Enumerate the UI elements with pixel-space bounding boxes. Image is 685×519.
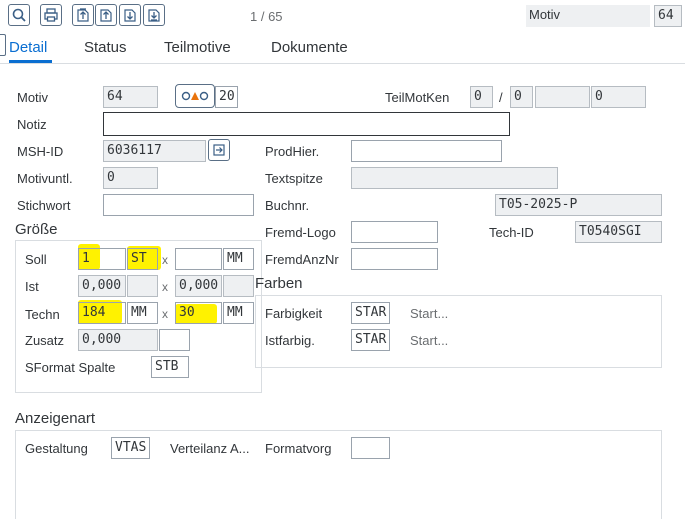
- soll-label: Soll: [25, 252, 47, 267]
- stichwort-label: Stichwort: [17, 198, 71, 213]
- zoom-button[interactable]: [8, 4, 30, 26]
- buchnr-label: Buchnr.: [265, 198, 310, 213]
- previous-page-button[interactable]: [95, 4, 117, 26]
- notiz-label: Notiz: [17, 117, 47, 132]
- print-icon: [44, 8, 58, 22]
- techn-height-unit-field[interactable]: MM: [223, 302, 254, 324]
- techid-label: Tech-ID: [489, 225, 534, 240]
- previous-page-icon: [100, 9, 112, 22]
- side-handle[interactable]: [0, 34, 6, 56]
- ist-label: Ist: [25, 279, 39, 294]
- fremdlogo-label: Fremd-Logo: [265, 225, 336, 240]
- motivuntl-label: Motivuntl.: [17, 171, 73, 186]
- anzeigenart-title: Anzeigenart: [15, 410, 96, 427]
- prodhier-label: ProdHier.: [265, 144, 320, 159]
- teilmotken-separator: /: [499, 90, 503, 105]
- sformat-field[interactable]: STB: [151, 356, 189, 378]
- motiv-field[interactable]: 64: [103, 86, 158, 108]
- ist-height-unit-field[interactable]: [223, 275, 254, 297]
- tab-detail[interactable]: Detail: [9, 38, 47, 58]
- mshid-field[interactable]: 6036117: [103, 140, 206, 162]
- techid-field[interactable]: T0540SGI: [575, 221, 662, 243]
- navigate-icon: [213, 144, 225, 156]
- soll-height-field[interactable]: [175, 248, 222, 270]
- tab-status[interactable]: Status: [84, 38, 127, 58]
- zoom-icon: [12, 8, 26, 22]
- soll-x-separator: x: [162, 253, 168, 267]
- tab-divider: [0, 63, 685, 64]
- soll-height-unit-field[interactable]: MM: [223, 248, 254, 270]
- groesse-title: Größe: [15, 221, 58, 238]
- formatvorg-label: Formatvorg: [265, 441, 332, 456]
- techn-label: Techn: [25, 307, 60, 322]
- tab-dokumente[interactable]: Dokumente: [271, 38, 348, 58]
- gestaltung-label: Gestaltung: [25, 441, 88, 456]
- teilmotken-field-3[interactable]: [535, 86, 590, 108]
- ist-height-field[interactable]: 0,000: [175, 275, 222, 297]
- mshid-label: MSH-ID: [17, 144, 64, 159]
- motiv-num-field[interactable]: 20: [215, 86, 238, 108]
- fremdlogo-input[interactable]: [351, 221, 438, 243]
- techn-unit-field[interactable]: MM: [127, 302, 158, 324]
- stichwort-input[interactable]: [103, 194, 254, 216]
- gestaltung-field[interactable]: VTAS: [111, 437, 150, 459]
- textspitze-field[interactable]: [351, 167, 558, 189]
- textspitze-label: Textspitze: [265, 171, 323, 186]
- fremdanznr-label: FremdAnzNr: [265, 252, 339, 267]
- motiv-color-button[interactable]: [175, 84, 215, 108]
- soll-unit-field[interactable]: ST: [127, 248, 158, 270]
- farben-title: Farben: [255, 275, 303, 292]
- techn-x-separator: x: [162, 307, 168, 321]
- motiv-label: Motiv: [17, 90, 49, 105]
- next-page-button[interactable]: [119, 4, 141, 26]
- formatvorg-input[interactable]: [351, 437, 390, 459]
- toolbar-motiv-value: 64: [654, 5, 682, 27]
- next-page-icon: [124, 9, 136, 22]
- notiz-input[interactable]: [103, 112, 510, 136]
- techn-field[interactable]: 184: [78, 302, 126, 324]
- farbigkeit-label: Farbigkeit: [265, 306, 323, 321]
- ist-x-separator: x: [162, 280, 168, 294]
- tab-teilmotive[interactable]: Teilmotive: [164, 38, 231, 58]
- farbigkeit-field[interactable]: STAR: [351, 302, 390, 324]
- ist-field[interactable]: 0,000: [78, 275, 126, 297]
- istfarbig-field[interactable]: STAR: [351, 329, 390, 351]
- teilmotken-field-1[interactable]: 0: [470, 86, 493, 108]
- print-button[interactable]: [40, 4, 62, 26]
- teilmotken-label: TeilMotKen: [385, 90, 450, 105]
- fremdanznr-input[interactable]: [351, 248, 438, 270]
- teilmotken-field-4[interactable]: 0: [591, 86, 646, 108]
- verteilanz-label: Verteilanz A...: [170, 441, 250, 456]
- motivuntl-field[interactable]: 0: [103, 167, 158, 189]
- zusatz-label: Zusatz: [25, 333, 65, 348]
- ist-unit-field[interactable]: [127, 275, 158, 297]
- zusatz-field[interactable]: 0,000: [78, 329, 158, 351]
- zusatz-extra-field[interactable]: [159, 329, 190, 351]
- buchnr-field[interactable]: T05-2025-P: [495, 194, 662, 216]
- teilmotken-field-2[interactable]: 0: [510, 86, 533, 108]
- shapes-icon: [181, 91, 209, 101]
- istfarbig-text: Start...: [410, 333, 449, 348]
- sformat-label: SFormat Spalte: [25, 360, 116, 375]
- pager-text: 1 / 65: [250, 9, 283, 24]
- first-page-button[interactable]: [72, 4, 94, 26]
- last-page-button[interactable]: [143, 4, 165, 26]
- prodhier-input[interactable]: [351, 140, 502, 162]
- istfarbig-label: Istfarbig.: [265, 333, 315, 348]
- techn-height-field[interactable]: 30: [175, 302, 222, 324]
- mshid-action-button[interactable]: [208, 139, 230, 161]
- soll-field[interactable]: 1: [78, 248, 126, 270]
- last-page-icon: [148, 9, 160, 22]
- farbigkeit-text: Start...: [410, 306, 449, 321]
- first-page-icon: [77, 8, 89, 22]
- toolbar-motiv-label: Motiv: [526, 5, 650, 27]
